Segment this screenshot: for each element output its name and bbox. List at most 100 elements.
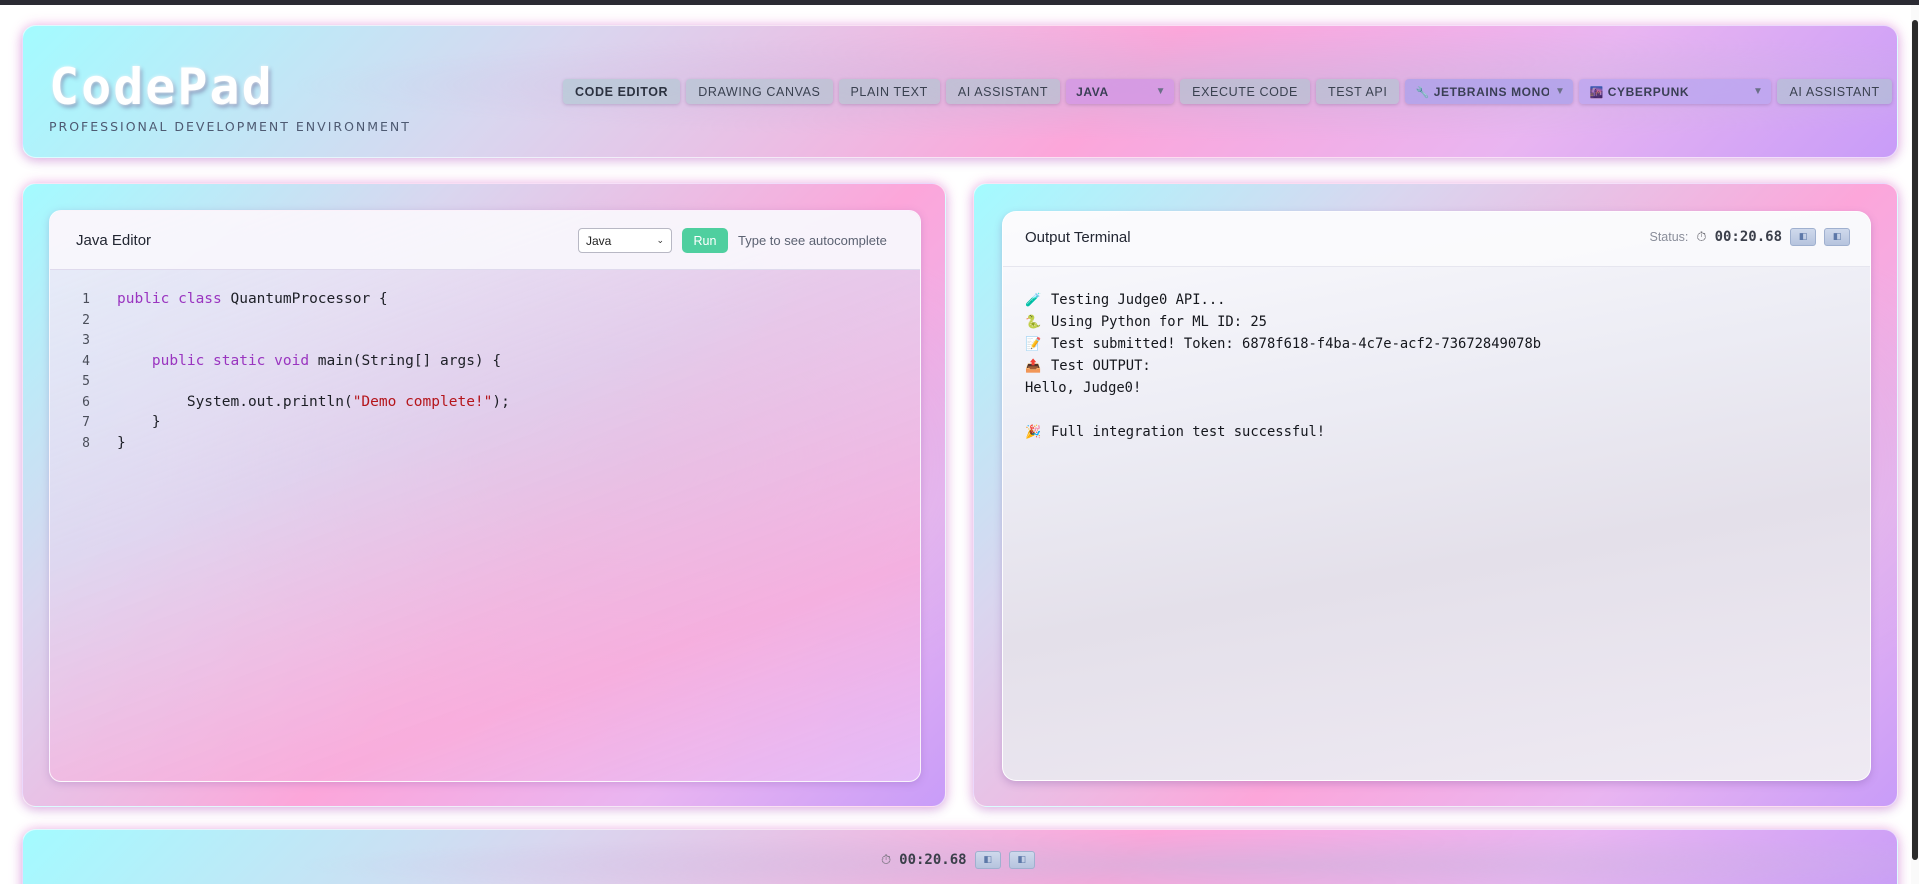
output-line-icon: 🧪 [1025, 292, 1042, 308]
output-line: 🎉 Full integration test successful! [1025, 421, 1541, 443]
editor-language-select[interactable]: Java ⌄ [578, 228, 672, 253]
output-line-icon: 📤 [1025, 358, 1042, 374]
output-line-text: Using Python for ML ID: 25 [1051, 314, 1267, 330]
output-line-text: Hello, Judge0! [1025, 380, 1142, 396]
chevron-down-icon: ⌄ [656, 235, 664, 245]
editor-card: Java Editor Java ⌄ Run Type to see autoc… [49, 210, 921, 782]
output-terminal: Output Terminal Status: ⏱ 00:20.68 ◧ ◧ 🧪… [1002, 211, 1871, 781]
output-line-icon: 📝 [1025, 336, 1042, 352]
line-number: 3 [82, 332, 90, 348]
code-line[interactable]: 7 } [50, 412, 161, 432]
app-logo: CodePad [49, 58, 274, 116]
line-number: 5 [82, 373, 90, 389]
square-icon: ◧ [1798, 232, 1808, 242]
code-keyword: public static void [151, 353, 310, 369]
code-line[interactable]: 2 [50, 310, 117, 330]
footer-action-button[interactable]: ◧ [1008, 851, 1035, 869]
language-dropdown-value: JAVA [1076, 84, 1109, 99]
code-keyword: public class [117, 291, 222, 307]
editor-title: Java Editor [76, 232, 152, 249]
code-token: main(String[] args) { [309, 353, 502, 369]
chevron-down-icon: ▼ [1554, 86, 1566, 97]
font-dropdown-value: JETBRAINS MONO [1433, 84, 1549, 99]
footer-panel: ⏱ 00:20.68 ◧ ◧ [22, 829, 1898, 884]
output-title: Output Terminal [1025, 229, 1131, 246]
autocomplete-hint: Type to see autocomplete [738, 233, 887, 248]
language-dropdown[interactable]: JAVA ▼ [1066, 79, 1175, 104]
code-text: } [117, 414, 161, 430]
window-top-edge [0, 0, 1919, 5]
output-log: 🧪 Testing Judge0 API... 🐍 Using Python for … [1025, 289, 1541, 443]
output-line-text: Test OUTPUT: [1051, 358, 1151, 374]
code-editor-area[interactable]: 1 public class QuantumProcessor { 2 3 4 publ… [50, 270, 920, 781]
code-token: System.out.println( [117, 394, 353, 410]
editor-header: Java Editor Java ⌄ Run Type to see autoc… [50, 211, 920, 270]
status-label: Status: [1649, 230, 1689, 244]
output-line: Hello, Judge0! [1025, 377, 1541, 399]
code-text: public static void main(String[] args) { [117, 353, 501, 369]
output-line-text: Full integration test successful! [1051, 424, 1326, 440]
code-token: ); [492, 394, 510, 410]
output-line-text: Test submitted! Token: 6878f618-f4ba-4c7… [1051, 336, 1542, 352]
copy-output-button[interactable]: ◧ [1790, 228, 1816, 246]
square-icon: ◧ [983, 855, 992, 865]
code-line[interactable]: 4 public static void main(String[] args)… [50, 351, 501, 371]
line-number: 1 [82, 291, 90, 307]
square-icon: ◧ [1017, 855, 1026, 865]
output-line-icon: 🐍 [1025, 314, 1042, 330]
stopwatch-icon: ⏱ [881, 852, 892, 868]
output-line: 📝 Test submitted! Token: 6878f618-f4ba-4c… [1025, 333, 1541, 355]
editor-language-value: Java [586, 233, 612, 248]
code-text: System.out.println("Demo complete!"); [117, 394, 510, 410]
status-bar: Status: ⏱ 00:20.68 ◧ ◧ [1649, 228, 1850, 246]
execute-code-button[interactable]: EXECUTE CODE [1180, 79, 1310, 104]
code-line[interactable]: 5 [50, 371, 117, 391]
app-tagline: PROFESSIONAL DEVELOPMENT ENVIRONMENT [49, 119, 411, 134]
wrench-icon: 🔧 [1415, 86, 1430, 99]
code-line[interactable]: 6 System.out.println("Demo complete!"); [50, 392, 510, 412]
code-text: } [117, 435, 126, 451]
line-number: 4 [82, 353, 90, 369]
drawing-canvas-button[interactable]: DRAWING CANVAS [686, 79, 833, 104]
app-header: CodePad PROFESSIONAL DEVELOPMENT ENVIRON… [22, 25, 1898, 158]
font-dropdown[interactable]: 🔧 JETBRAINS MONO ▼ [1405, 79, 1574, 104]
output-line: 📤 Test OUTPUT: [1025, 355, 1541, 377]
line-number: 7 [82, 414, 90, 430]
theme-dropdown[interactable]: 🌆 CYBERPUNK ▼ [1579, 79, 1772, 104]
code-line[interactable]: 3 [50, 330, 117, 350]
output-header: Output Terminal Status: ⏱ 00:20.68 ◧ ◧ [1003, 212, 1870, 267]
output-line-icon: 🎉 [1025, 424, 1042, 440]
run-button[interactable]: Run [682, 228, 728, 253]
footer-timer: 00:20.68 [899, 852, 967, 868]
code-line[interactable]: 8} [50, 433, 126, 453]
code-text: public class QuantumProcessor { [117, 291, 388, 307]
line-number: 6 [82, 394, 90, 410]
stopwatch-icon: ⏱ [1696, 229, 1707, 245]
editor-panel: Java Editor Java ⌄ Run Type to see autoc… [22, 183, 946, 807]
test-api-button[interactable]: TEST API [1315, 79, 1400, 104]
square-icon: ◧ [1832, 232, 1842, 242]
scrollbar-thumb[interactable] [1912, 20, 1918, 860]
output-line-text: Testing Judge0 API... [1051, 292, 1226, 308]
status-timer: 00:20.68 [1714, 229, 1782, 245]
code-string: "Demo complete!" [352, 394, 493, 410]
plain-text-button[interactable]: PLAIN TEXT [838, 79, 940, 104]
line-number: 2 [82, 312, 90, 328]
clear-output-button[interactable]: ◧ [1824, 228, 1850, 246]
output-line: 🧪 Testing Judge0 API... [1025, 289, 1541, 311]
ai-assistant-button-secondary[interactable]: AI ASSISTANT [1777, 79, 1892, 104]
chevron-down-icon: ▼ [1155, 86, 1167, 97]
code-line[interactable]: 1 public class QuantumProcessor { [50, 289, 388, 309]
code-token: QuantumProcessor { [221, 291, 388, 307]
code-token: } [117, 435, 126, 451]
line-number: 8 [82, 435, 90, 451]
code-token: } [117, 414, 161, 430]
ai-assistant-button[interactable]: AI ASSISTANT [945, 79, 1061, 104]
cityscape-icon: 🌆 [1589, 86, 1604, 99]
header-toolbar: CODE EDITOR DRAWING CANVAS PLAIN TEXT AI… [563, 79, 1892, 104]
code-editor-button[interactable]: CODE EDITOR [563, 79, 681, 104]
theme-dropdown-value: CYBERPUNK [1607, 84, 1690, 99]
footer-action-button[interactable]: ◧ [974, 851, 1001, 869]
